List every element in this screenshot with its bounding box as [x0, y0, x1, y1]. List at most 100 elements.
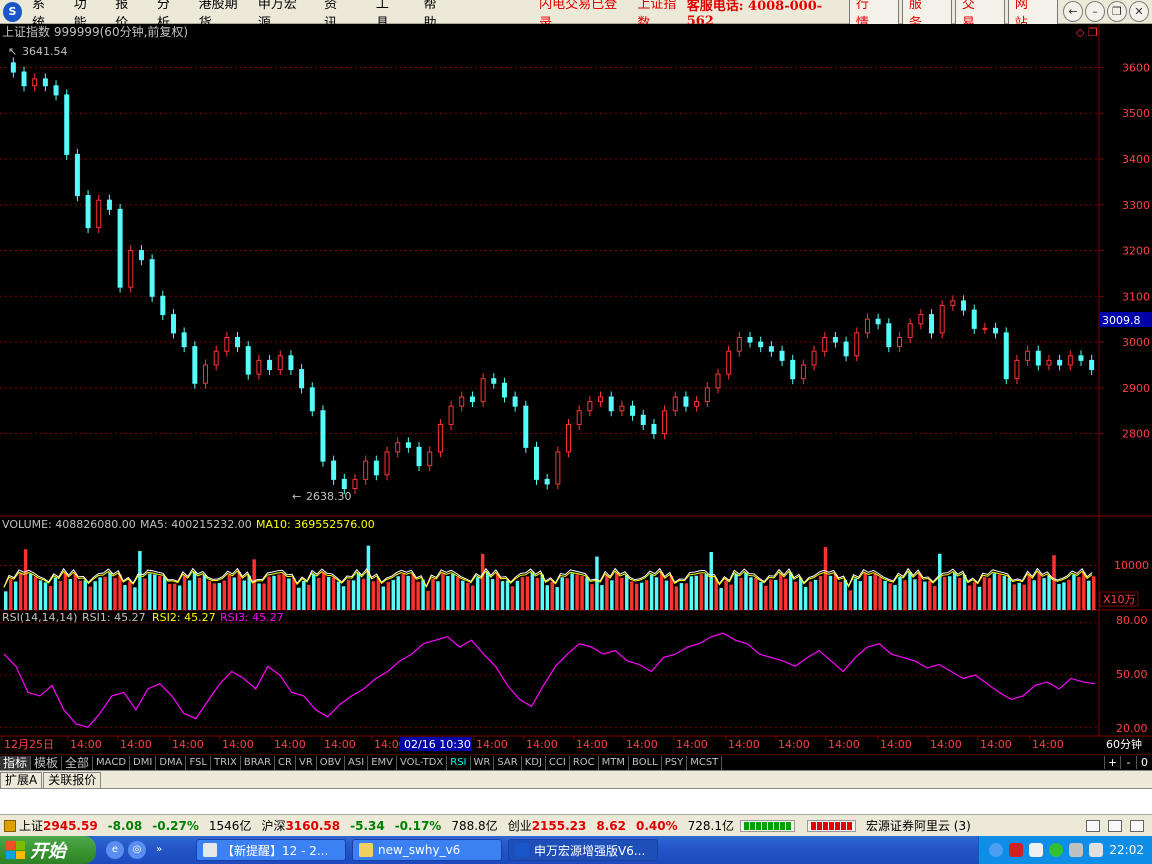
- candle-body: [427, 451, 433, 467]
- tray-volume-icon[interactable]: [1089, 843, 1104, 857]
- task-trading-app[interactable]: 申万宏源增强版V6...: [508, 839, 658, 861]
- tab-asi[interactable]: ASI: [345, 755, 369, 770]
- candle-body: [363, 460, 369, 480]
- network-icon[interactable]: [1108, 819, 1122, 832]
- volume-bar: [639, 582, 644, 610]
- volume-bar: [197, 577, 202, 610]
- volume-bar: [714, 578, 718, 610]
- tab-mcst[interactable]: MCST: [687, 755, 723, 770]
- time-axis-label: 12月25日: [4, 738, 54, 751]
- task-reminder[interactable]: 【新提醒】12 - 2...: [196, 839, 346, 861]
- volume-bar: [1087, 580, 1091, 610]
- rsi-axis-20: 20.00: [1116, 722, 1148, 735]
- volume-bar: [83, 580, 87, 610]
- tab-rsi[interactable]: RSI: [447, 755, 471, 770]
- candle-body: [448, 405, 454, 425]
- tab-psy[interactable]: PSY: [662, 755, 688, 770]
- restore-icon[interactable]: ❐: [1106, 1, 1127, 22]
- chart-area[interactable]: 3600 3500 3400 3300 3200 3100 3000 2900 2800 上证指…: [0, 24, 1152, 754]
- tab-dmi[interactable]: DMI: [130, 755, 157, 770]
- chart-window-icons[interactable]: ◇ ❐: [1076, 26, 1098, 39]
- candle-body: [587, 401, 593, 412]
- volume-bar: [148, 573, 152, 610]
- tab-mtm[interactable]: MTM: [599, 755, 630, 770]
- ie-icon[interactable]: e: [106, 841, 124, 859]
- tray-app-icon-1[interactable]: [1009, 843, 1024, 857]
- minimize-icon[interactable]: –: [1084, 1, 1105, 22]
- volume-bar: [18, 573, 23, 610]
- volume-bar: [843, 579, 848, 610]
- volume-bar: [23, 549, 28, 610]
- tab-wr[interactable]: WR: [471, 755, 495, 770]
- tab-indicator[interactable]: 指标: [0, 755, 32, 770]
- candle-body: [149, 259, 155, 297]
- volume-bar: [818, 575, 823, 610]
- keyboard-icon[interactable]: [1086, 819, 1100, 832]
- tab-cr[interactable]: CR: [275, 755, 296, 770]
- volume-bar: [977, 586, 982, 610]
- volume-bar: [471, 585, 475, 610]
- volume-bar: [212, 583, 217, 610]
- volume-bar: [1032, 580, 1036, 610]
- tab-boll[interactable]: BOLL: [629, 755, 662, 770]
- tab-related-quotes[interactable]: 关联报价: [43, 772, 102, 788]
- time-axis-label: 14:00: [172, 738, 204, 751]
- volume-bar: [1047, 575, 1051, 610]
- notification-icon[interactable]: [1130, 819, 1144, 832]
- volume-bar: [446, 575, 450, 610]
- price-axis-label: 2900: [1122, 382, 1150, 395]
- start-button[interactable]: 开始: [0, 836, 96, 864]
- tray-arrow-icon[interactable]: [989, 843, 1004, 857]
- volume-bar: [1072, 574, 1076, 610]
- stock-chart[interactable]: 3600 3500 3400 3300 3200 3100 3000 2900 2800 上证指…: [0, 24, 1152, 754]
- tray-app-icon-3[interactable]: [1049, 843, 1064, 857]
- candle-body: [42, 78, 48, 87]
- tab-kdj[interactable]: KDJ: [522, 755, 546, 770]
- back-icon[interactable]: ←: [1062, 1, 1083, 22]
- volume-bar: [659, 572, 664, 610]
- volume-bar: [1037, 571, 1041, 610]
- tab-dma[interactable]: DMA: [156, 755, 187, 770]
- extension-panel: [0, 788, 1152, 814]
- more-icon[interactable]: »: [150, 841, 168, 859]
- volume-bar: [1077, 577, 1081, 610]
- tab-template[interactable]: 模板: [31, 755, 63, 770]
- period-label[interactable]: 60分钟: [1106, 737, 1142, 751]
- volume-bar: [158, 575, 162, 610]
- tab-all[interactable]: 全部: [62, 755, 94, 770]
- close-icon[interactable]: ✕: [1128, 1, 1149, 22]
- ticker-icon[interactable]: [4, 819, 16, 832]
- volume-bar: [759, 582, 763, 610]
- tab-vol-tdx[interactable]: VOL-TDX: [397, 755, 448, 770]
- task-folder[interactable]: new_swhy_v6: [352, 839, 502, 861]
- reset-button[interactable]: 0: [1136, 756, 1152, 769]
- tray-app-icon-4[interactable]: [1069, 843, 1084, 857]
- rsi-label: RSI(14,14,14): [2, 611, 77, 624]
- candle-body: [1035, 350, 1041, 366]
- tray-app-icon-2[interactable]: [1029, 843, 1044, 857]
- volume-bar: [928, 580, 932, 610]
- tab-vr[interactable]: VR: [296, 755, 317, 770]
- tab-trix[interactable]: TRIX: [211, 755, 241, 770]
- tab-sar[interactable]: SAR: [494, 755, 522, 770]
- tab-roc[interactable]: ROC: [570, 755, 599, 770]
- tab-obv[interactable]: OBV: [317, 755, 346, 770]
- candle-body: [961, 300, 967, 311]
- tab-fsl[interactable]: FSL: [186, 755, 211, 770]
- app-logo-icon[interactable]: S: [3, 1, 22, 22]
- tab-macd[interactable]: MACD: [93, 755, 131, 770]
- task-trading-label: 申万宏源增强版V6...: [534, 843, 646, 858]
- candle-body: [875, 318, 881, 325]
- zoom-out-button[interactable]: -: [1120, 756, 1136, 769]
- hs-price: 3160.58: [285, 818, 341, 833]
- time-axis-label: 14:00: [476, 738, 508, 751]
- browser-icon[interactable]: ◎: [128, 841, 146, 859]
- tab-emv[interactable]: EMV: [368, 755, 397, 770]
- tab-brar[interactable]: BRAR: [241, 755, 276, 770]
- volume-bar: [545, 585, 549, 610]
- candle-body: [437, 423, 443, 453]
- broker-server[interactable]: 宏源证券阿里云 (3): [866, 817, 971, 834]
- tab-extension-a[interactable]: 扩展A: [0, 772, 43, 788]
- tab-cci[interactable]: CCI: [546, 755, 570, 770]
- zoom-in-button[interactable]: +: [1104, 756, 1120, 769]
